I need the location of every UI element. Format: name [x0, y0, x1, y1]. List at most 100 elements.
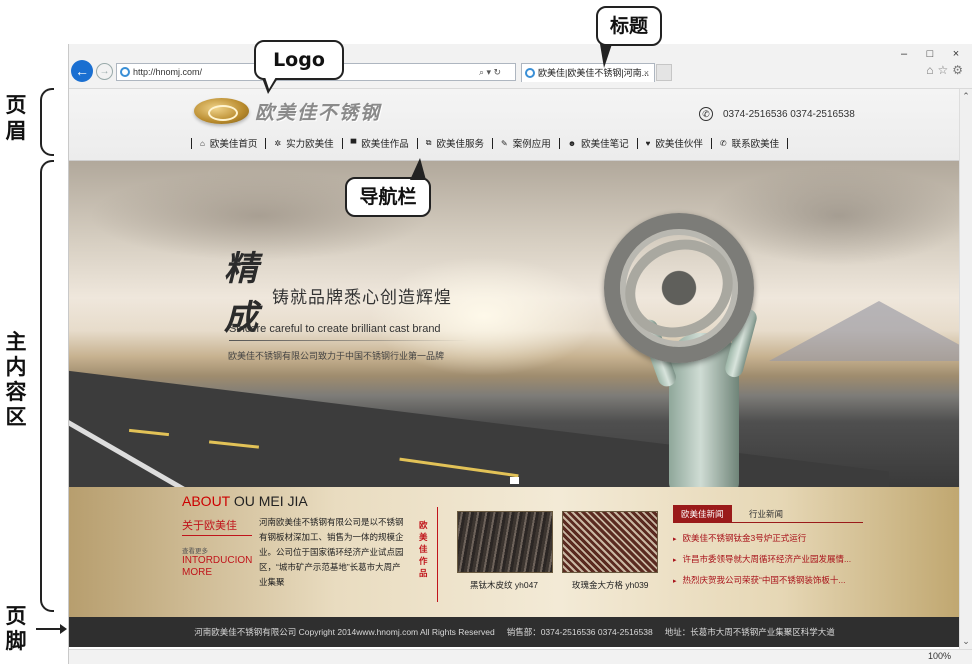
nav-separator: [636, 137, 638, 149]
banner-mountain: [769, 301, 960, 361]
nav-separator: [710, 137, 712, 149]
product-caption[interactable]: 黑钛木皮纹 yh047: [470, 579, 538, 591]
footer-copyright: 河南欧美佳不锈钢有限公司 Copyright 2014www.hnomj.com…: [194, 627, 495, 637]
main-annotation-label: 主内容区: [5, 330, 27, 429]
navbar-callout-text: 导航栏: [359, 186, 417, 208]
browser-tools: ⌂☆⚙: [926, 63, 967, 77]
about-title: ABOUT OU MEI JIA: [182, 493, 308, 509]
restore-button[interactable]: □: [923, 48, 937, 60]
site-logo[interactable]: 欧美佳不锈钢: [194, 93, 381, 129]
scroll-down-icon[interactable]: ⌄: [960, 636, 972, 647]
info-section: ABOUT OU MEI JIA 关于欧美佳 查看更多 INTORDUCION …: [69, 487, 960, 617]
minimize-button[interactable]: –: [897, 48, 911, 60]
phone-info: ✆ 0374-2516536 0374-2516538: [699, 107, 855, 121]
navbar-callout: 导航栏: [345, 177, 431, 217]
logo-callout-tail-fill: [265, 77, 276, 89]
phone-icon: ✆: [699, 107, 713, 121]
browser-toolbar: – □ × ← → http://hnomj.com/ ⌕ ▾ ↻ 欧美佳|欧美…: [69, 44, 972, 89]
main-navigation: ⌂ 欧美佳首页 ✲ 实力欧美佳 ▀ 欧美佳作品 ⧉ 欧美佳服务 ✎ 案例应用 ☻ 欧美佳笔记 ♥ 欧美佳伙…: [183, 135, 796, 151]
news-item[interactable]: ▸ 许昌市委领导就大周循环经济产业园发展情...: [673, 552, 851, 573]
news-tabs: 欧美佳新闻 行业新闻: [673, 505, 863, 523]
slogan-headline: 铸就品牌悉心创造辉煌: [272, 288, 452, 307]
logo-text: 欧美佳不锈钢: [255, 101, 382, 124]
nav-item-5[interactable]: ✎ 案例应用: [501, 136, 551, 151]
nav-item-3[interactable]: ▀ 欧美佳作品: [351, 136, 409, 151]
nav-separator: [341, 137, 343, 149]
about-more-link[interactable]: INTORDUCION MORE: [182, 555, 257, 579]
about-text: 河南欧美佳不锈钢有限公司是以不锈钢有钢板材深加工、销售为一体的规模企业。公司位于…: [259, 517, 404, 587]
about-more-small[interactable]: 查看更多: [182, 545, 208, 555]
tab-industry-news[interactable]: 行业新闻: [741, 505, 791, 523]
nav-item-1[interactable]: ⌂ 欧美佳首页: [200, 136, 258, 151]
home-icon[interactable]: ⌂: [926, 63, 937, 77]
logo-mark-icon: [194, 98, 249, 124]
nav-separator: [191, 137, 192, 149]
about-title-red: ABOUT: [182, 493, 230, 509]
star-icon[interactable]: ☆: [937, 63, 952, 77]
scroll-up-icon[interactable]: ⌃: [960, 91, 972, 102]
nav-item-label: 欧美佳首页: [209, 139, 258, 150]
heart-icon: ♥: [645, 138, 651, 148]
navbar-callout-tail: [410, 158, 426, 180]
product-image[interactable]: [562, 511, 658, 573]
nav-separator: [416, 137, 418, 149]
nav-item-7[interactable]: ♥ 欧美佳伙伴: [645, 136, 703, 151]
gear-icon[interactable]: ⚙: [952, 63, 967, 77]
nav-item-2[interactable]: ✲ 实力欧美佳: [274, 136, 333, 151]
title-callout-text: 标题: [609, 15, 648, 37]
title-callout-tail: [600, 44, 612, 68]
browser-tab[interactable]: 欧美佳|欧美佳不锈钢|河南... ×: [521, 63, 655, 82]
footer-address: 地址：长葛市大周不锈钢产业集聚区科学大道: [664, 627, 835, 637]
tab-close-icon[interactable]: ×: [644, 64, 649, 82]
nav-separator: [492, 137, 493, 149]
ie-icon: [120, 67, 130, 77]
site-footer: 河南欧美佳不锈钢有限公司 Copyright 2014www.hnomj.com…: [69, 617, 960, 647]
main-brace: [40, 160, 54, 612]
slogan-rule: [229, 340, 469, 341]
header-annotation-label: 页眉: [5, 93, 27, 143]
product-caption[interactable]: 玫瑰金大方格 yh039: [572, 579, 649, 591]
tab-title: 欧美佳|欧美佳不锈钢|河南...: [538, 68, 650, 78]
slogan-subline: 欧美佳不锈钢有限公司致力于中国不锈钢行业第一品牌: [228, 351, 445, 361]
nav-item-label: 联系欧美佳: [731, 139, 780, 150]
nav-item-label: 案例应用: [512, 139, 551, 150]
title-callout: 标题: [596, 6, 662, 46]
edit-icon: ✎: [501, 138, 508, 148]
forward-button[interactable]: →: [96, 63, 113, 80]
window-controls: – □ ×: [897, 48, 963, 60]
footer-arrow: [36, 628, 62, 630]
works-divider: [437, 507, 438, 602]
news-item[interactable]: ▸ 欧美佳不锈钢钛金3号炉正式运行: [673, 531, 851, 552]
logo-callout: Logo: [254, 40, 344, 80]
phone-numbers: 0374-2516536 0374-2516538: [723, 108, 855, 120]
close-window-button[interactable]: ×: [949, 48, 963, 60]
back-button[interactable]: ←: [71, 60, 93, 82]
hero-banner: 精成 铸就品牌悉心创造辉煌 Sincere careful to create …: [69, 161, 960, 487]
nav-item-label: 欧美佳伙伴: [655, 139, 703, 150]
nav-separator: [558, 137, 560, 149]
header-brace: [40, 88, 54, 156]
works-label: 欧美佳作品: [419, 520, 428, 578]
phone-icon: ✆: [719, 138, 727, 148]
about-rule: [182, 535, 252, 536]
nav-separator: [265, 137, 267, 149]
news-item[interactable]: ▸ 热烈庆贺我公司荣获“中国不锈钢装饰板十...: [673, 573, 851, 594]
footer-sales: 销售部：0374-2516536 0374-2516538: [506, 627, 653, 637]
nav-item-label: 欧美佳笔记: [581, 139, 629, 150]
vertical-scrollbar[interactable]: ⌃ ⌄: [959, 89, 972, 649]
product-image[interactable]: [457, 511, 553, 573]
gears-icon: ✲: [274, 138, 282, 148]
new-tab-button[interactable]: [656, 64, 672, 81]
slide-indicator[interactable]: [510, 477, 519, 484]
logo-callout-text: Logo: [273, 49, 325, 71]
nav-item-4[interactable]: ⧉ 欧美佳服务: [426, 136, 484, 150]
ie-tab-icon: [525, 68, 535, 78]
tab-company-news[interactable]: 欧美佳新闻: [673, 505, 732, 523]
home-icon: ⌂: [200, 138, 205, 148]
zoom-level[interactable]: 100%: [928, 651, 951, 661]
about-title-rest: OU MEI JIA: [229, 493, 308, 509]
nav-item-8[interactable]: ✆ 联系欧美佳: [719, 136, 780, 151]
window-icon: ⧉: [425, 138, 432, 147]
search-refresh-icons[interactable]: ⌕ ▾ ↻: [479, 63, 501, 81]
nav-item-6[interactable]: ☻ 欧美佳笔记: [568, 136, 629, 151]
